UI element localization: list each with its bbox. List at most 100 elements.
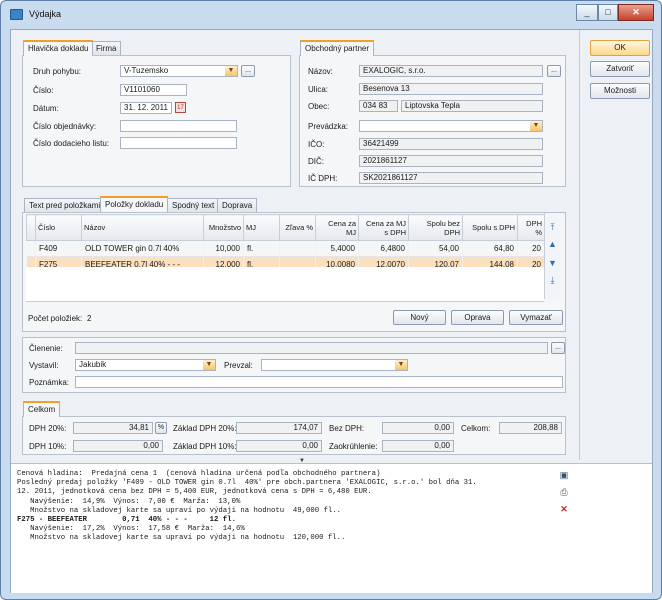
number-field[interactable]: V1101060 [120, 84, 187, 96]
column-header[interactable]: DPH % [517, 214, 545, 241]
received-by-label: Prevzal: [224, 361, 253, 370]
tab-document-header[interactable]: Hlavička dokladu [23, 40, 94, 56]
items-table-header: Číslo Názov Množstvo MJ Zľava % Cena za … [26, 214, 545, 241]
dic-label: DIČ: [308, 157, 324, 166]
chevron-down-icon[interactable]: ▼ [225, 66, 237, 76]
division-label: Členenie: [29, 344, 63, 353]
icdph-label: IČ DPH: [308, 174, 338, 183]
total-field[interactable]: 208,88 [499, 422, 562, 434]
order-number-field[interactable] [120, 120, 237, 132]
chevron-down-icon[interactable]: ▼ [530, 121, 542, 131]
tab-firm[interactable]: Firma [91, 41, 122, 56]
movement-select[interactable]: V-Tuzemsko ▼ [120, 65, 238, 77]
base20-field[interactable]: 174,07 [236, 422, 322, 434]
client-area: OK Zatvoriť Možnosti Hlavička dokladu Fi… [10, 29, 653, 593]
division-field[interactable] [75, 342, 548, 354]
delivery-note-label: Číslo dodacieho listu: [33, 139, 110, 148]
edit-item-button[interactable]: Oprava [451, 310, 504, 325]
column-header[interactable]: Cena za MJ [315, 214, 359, 241]
column-header[interactable]: Číslo [35, 214, 82, 241]
ok-button[interactable]: OK [590, 40, 650, 56]
city-label: Obec: [308, 102, 330, 111]
chevron-down-icon[interactable]: ▼ [395, 360, 407, 370]
tab-transport[interactable]: Doprava [217, 198, 258, 213]
item-unit: fl. [243, 240, 280, 257]
movement-browse-button[interactable]: ... [241, 65, 255, 77]
note-label: Poznámka: [29, 378, 70, 387]
close-button[interactable]: ✕ [618, 4, 654, 21]
no-vat-label: Bez DPH: [329, 424, 365, 433]
no-vat-field[interactable]: 0,00 [382, 422, 454, 434]
vat20-field[interactable]: 34,81 [73, 422, 153, 434]
column-header[interactable]: Zľava % [279, 214, 316, 241]
vat20-label: DPH 20%: [29, 424, 67, 433]
note-field[interactable] [75, 376, 563, 388]
base10-field[interactable]: 0,00 [236, 440, 322, 452]
close-dialog-button[interactable]: Zatvoriť [590, 61, 650, 77]
ico-label: IČO: [308, 140, 325, 149]
move-last-icon[interactable]: ⤓ [547, 276, 558, 285]
recalculate-icon[interactable]: % [155, 422, 167, 434]
chevron-down-icon[interactable]: ▼ [203, 360, 215, 370]
partner-name-label: Názov: [308, 67, 333, 76]
command-bar: OK Zatvoriť Možnosti [579, 30, 654, 460]
move-up-icon[interactable]: ▲ [547, 240, 558, 249]
table-row[interactable]: F409 OLD TOWER gin 0.7l 40% 10,000 fl. 5… [26, 240, 545, 257]
street-field[interactable]: Besenova 13 [359, 83, 543, 95]
tab-totals[interactable]: Celkom [23, 401, 61, 417]
column-header[interactable]: MJ [243, 214, 280, 241]
row-navigation-bar: ⤒ ▲ ▼ ⤓ [544, 213, 560, 299]
tab-bottom-text[interactable]: Spodný text [167, 198, 220, 213]
partner-name-field[interactable]: EXALOGIC, s.r.o. [359, 65, 543, 77]
dic-field[interactable]: 2021861127 [359, 155, 543, 167]
vat10-field[interactable]: 0,00 [73, 440, 163, 452]
delete-item-button[interactable]: Vymazať [509, 310, 563, 325]
branch-label: Prevádzka: [308, 122, 349, 131]
totals-panel: DPH 20%: 34,81 % Základ DPH 20%: 174,07 … [22, 416, 566, 455]
calendar-icon[interactable]: 17 [175, 102, 186, 113]
items-table-empty-area [26, 267, 544, 302]
tab-document-items[interactable]: Položky dokladu [100, 196, 169, 212]
app-icon [10, 9, 23, 20]
delivery-note-field[interactable] [120, 137, 237, 149]
column-header[interactable]: Názov [81, 214, 204, 241]
column-header[interactable]: Cena za MJ s DPH [358, 214, 409, 241]
date-field[interactable]: 31. 12. 2011 [120, 102, 172, 114]
received-by-select[interactable]: ▼ [261, 359, 408, 371]
column-header[interactable]: Množstvo [203, 214, 244, 241]
column-header[interactable]: Spolu s DPH [462, 214, 518, 241]
column-header[interactable]: Spolu bez DPH [408, 214, 463, 241]
base20-label: Základ DPH 20%: [173, 424, 237, 433]
row-indicator-header [26, 214, 36, 241]
branch-select[interactable]: ▼ [359, 120, 543, 132]
item-discount [279, 240, 316, 257]
maximize-button[interactable]: □ [598, 4, 618, 21]
new-item-button[interactable]: Nový [393, 310, 446, 325]
options-button[interactable]: Možnosti [590, 83, 650, 99]
issued-by-select[interactable]: Jakubik ▼ [75, 359, 216, 371]
delete-icon[interactable]: ✕ [558, 504, 570, 515]
items-table: Číslo Názov Množstvo MJ Zľava % Cena za … [26, 214, 545, 273]
item-code: F409 [35, 240, 82, 257]
dialog-window: Výdajka _ □ ✕ OK Zatvoriť Možnosti Hlavi… [0, 0, 662, 600]
move-first-icon[interactable]: ⤒ [547, 223, 558, 232]
print-icon[interactable]: ⎙ [558, 487, 570, 498]
icdph-field[interactable]: SK2021861127 [359, 172, 543, 184]
date-label: Dátum: [33, 104, 59, 113]
city-field[interactable]: Liptovska Tepla [401, 100, 543, 112]
minimize-button[interactable]: _ [576, 4, 598, 21]
partner-browse-button[interactable]: ... [547, 65, 561, 77]
item-vat-rate: 20 [517, 240, 545, 257]
tab-text-before-items[interactable]: Text pred položkami [24, 198, 106, 213]
order-number-label: Číslo objednávky: [33, 122, 97, 131]
ico-field[interactable]: 36421499 [359, 138, 543, 150]
rounding-field[interactable]: 0,00 [382, 440, 454, 452]
base10-label: Základ DPH 10%: [173, 442, 237, 451]
division-browse-button[interactable]: ... [551, 342, 565, 354]
tab-business-partner[interactable]: Obchodný partner [300, 40, 375, 56]
title-bar[interactable]: Výdajka _ □ ✕ [1, 1, 661, 27]
save-icon[interactable]: ▣ [558, 470, 570, 481]
zip-field[interactable]: 034 83 [359, 100, 398, 112]
item-unit-price: 5,4000 [315, 240, 359, 257]
move-down-icon[interactable]: ▼ [547, 259, 558, 268]
